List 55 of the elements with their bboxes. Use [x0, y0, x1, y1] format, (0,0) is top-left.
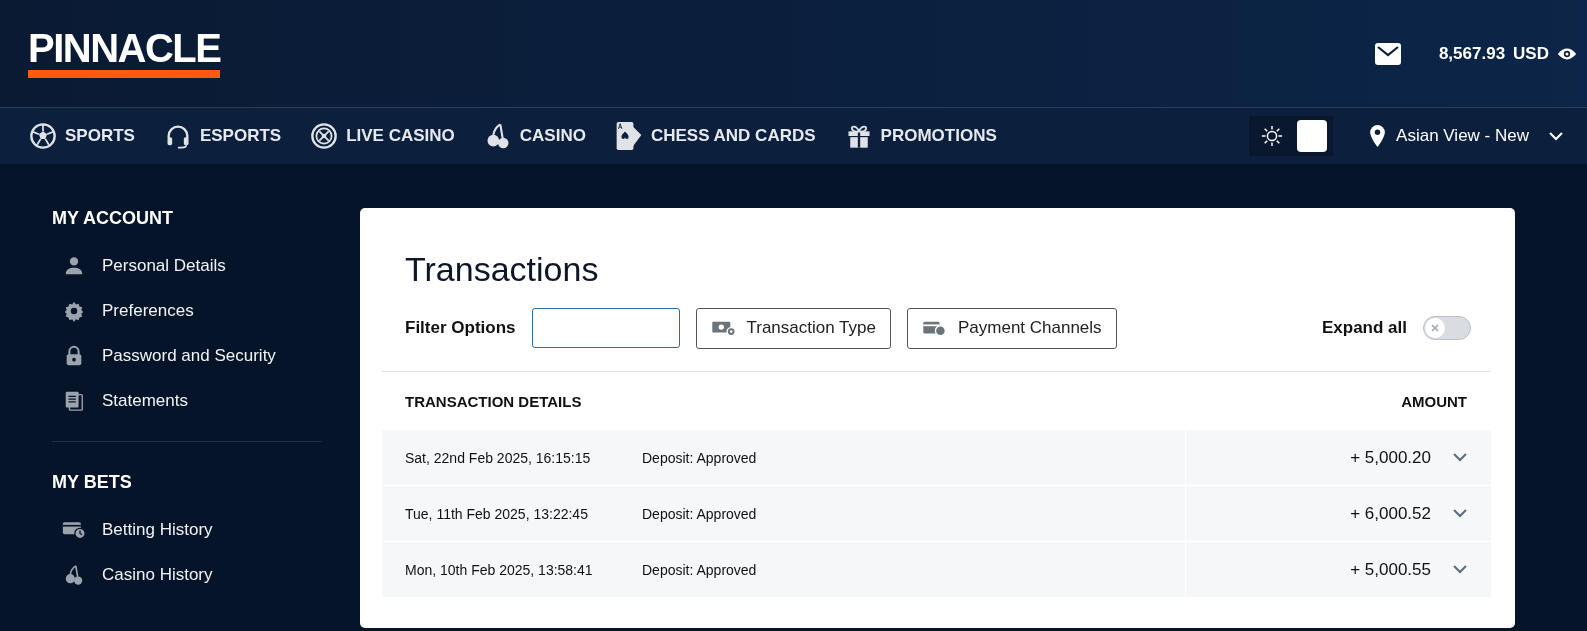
sidebar-item[interactable]: Password and Security [52, 333, 322, 378]
transaction-row[interactable]: Tue, 11th Feb 2025, 13:22:45 Deposit: Approved + 6,000.52 [382, 486, 1491, 542]
table-cell-text: Tue, 11th Feb 2025, 13:22:45 [404, 505, 589, 522]
filter-button[interactable]: Transaction Type [695, 307, 891, 349]
close-icon [1430, 323, 1440, 333]
sidebar-item[interactable]: Betting History [52, 507, 322, 552]
nav-link[interactable]: SPORTS [29, 121, 135, 151]
sidebar-item[interactable]: Casino History [52, 552, 322, 597]
soccer-ball-icon [29, 121, 57, 151]
table-cell-text: Deposit: Approved [642, 449, 758, 466]
sidebar-heading: MY ACCOUNT [52, 208, 174, 229]
expand-all-label: Expand all [1321, 318, 1407, 338]
chevron-down-icon [1549, 131, 1563, 141]
column-header: TRANSACTION DETAILS [405, 392, 582, 410]
eye-icon[interactable] [1557, 46, 1577, 61]
nav-link[interactable]: PROMOTIONS [844, 121, 997, 151]
table-cell-text: Deposit: Approved [642, 561, 758, 578]
sidebar-heading: MY BETS [52, 472, 133, 493]
chevron-down-icon[interactable] [1453, 565, 1467, 574]
nav-link[interactable]: CHESS AND CARDS [614, 121, 816, 151]
sidebar-item[interactable]: Personal Details [52, 243, 322, 288]
expand-all-toggle[interactable] [1423, 316, 1471, 340]
column-header: AMOUNT [1401, 392, 1467, 410]
nav-link[interactable]: CASINO [483, 121, 586, 151]
filter-button[interactable]: Payment Channels [906, 307, 1117, 349]
table-cell-text: Mon, 10th Feb 2025, 13:58:41 [404, 561, 594, 578]
balance-amount: 8,567.93 [1438, 43, 1506, 64]
nav-link[interactable]: ESPORTS [163, 121, 282, 151]
page-title: Transactions [405, 250, 600, 289]
table-cell: + 5,000.55 [1350, 559, 1431, 580]
playing-card-icon [614, 121, 643, 151]
chevron-down-icon[interactable] [1453, 453, 1467, 462]
nav-link[interactable]: LIVE CASINO [310, 121, 455, 151]
roulette-wheel-icon [310, 121, 339, 151]
table-cell: + 5,000.20 [1350, 447, 1431, 468]
theme-switch[interactable] [1249, 116, 1334, 156]
transaction-row[interactable]: Mon, 10th Feb 2025, 13:58:41 Deposit: Approved + 5,000.55 [382, 542, 1491, 598]
banknote-gear-icon [710, 319, 737, 337]
table-cell-text: Sat, 22nd Feb 2025, 16:15:15 [404, 449, 592, 466]
sun-icon [1261, 125, 1284, 147]
location-pin-icon [1369, 125, 1387, 147]
view-selector[interactable]: Asian View - New [1363, 124, 1569, 148]
sidebar-item[interactable]: Preferences [52, 288, 322, 333]
filter-label: Filter Options [405, 318, 516, 338]
mail-icon[interactable] [1374, 42, 1401, 65]
switch-knob [1297, 120, 1328, 152]
table-cell: + 6,000.52 [1350, 503, 1431, 524]
filter-field[interactable] [531, 308, 680, 348]
sidebar-item[interactable]: Statements [52, 378, 322, 423]
currency-label: USD [1513, 43, 1549, 64]
transaction-row[interactable]: Sat, 22nd Feb 2025, 16:15:15 Deposit: Approved + 5,000.20 [382, 430, 1491, 486]
logo[interactable]: PINNACLE [28, 29, 221, 78]
chevron-down-icon[interactable] [1453, 509, 1467, 518]
card-coin-icon [921, 319, 948, 337]
table-cell-text: Deposit: Approved [642, 505, 758, 522]
